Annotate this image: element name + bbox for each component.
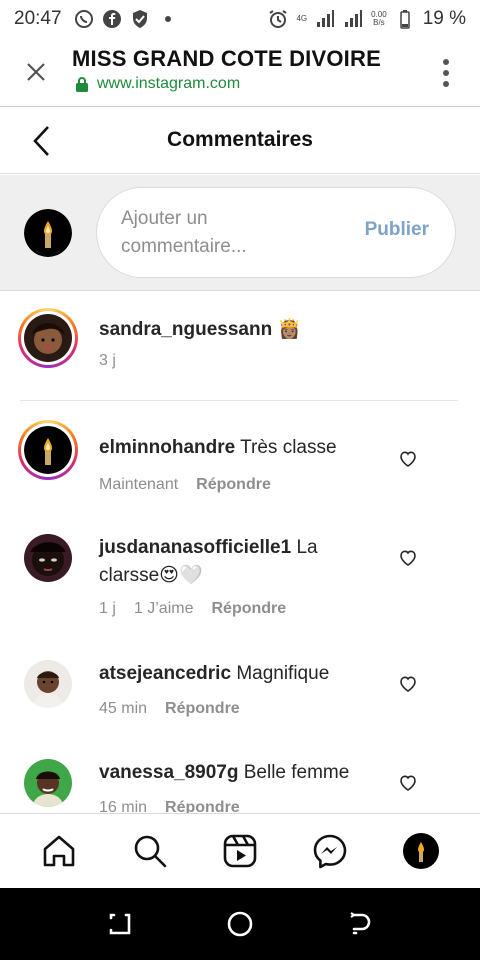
site-url: www.instagram.com: [75, 75, 240, 93]
whatsapp-icon: [74, 10, 93, 28]
comment-item: vanessa_8907g Belle femme 16 min Répondr…: [0, 759, 480, 813]
battery-icon: [399, 10, 410, 29]
publish-button[interactable]: Publier: [365, 219, 429, 241]
caption-time: 3 j: [99, 352, 116, 369]
home-circle-icon[interactable]: [226, 910, 254, 938]
network-type: 4G: [296, 14, 308, 23]
comment-input-placeholder: Ajouter un commentaire...: [121, 208, 247, 257]
lock-icon: [76, 77, 88, 92]
battery-percent: 19 %: [422, 8, 466, 29]
browser-header: MISS GRAND COTE DIVOIRE www.instagram.co…: [0, 38, 480, 107]
url-text: www.instagram.com: [97, 75, 241, 92]
like-heart-icon[interactable]: [398, 773, 418, 793]
comment-time: 16 min: [99, 799, 148, 813]
search-icon[interactable]: [131, 832, 169, 870]
comment-text: atsejeancedric Magnifique: [99, 663, 330, 684]
caption-avatar-story-ring[interactable]: [18, 308, 78, 368]
avatar: [24, 426, 72, 474]
site-title: MISS GRAND COTE DIVOIRE: [72, 46, 381, 71]
reply-button[interactable]: Répondre: [165, 799, 240, 813]
avatar[interactable]: [24, 534, 72, 582]
comment-item: atsejeancedric Magnifique 45 min Répondr…: [0, 660, 480, 730]
caption-username[interactable]: sandra_nguessann 👸🏽: [99, 317, 301, 341]
avatar: [24, 314, 72, 362]
shield-icon: [132, 10, 147, 28]
comment-time: 45 min: [99, 700, 148, 717]
comment-username[interactable]: atsejeancedric: [99, 663, 231, 684]
status-bar: 20:47 4G 0.00 B/s 19 %: [0, 0, 480, 38]
bottom-nav: [0, 813, 480, 888]
caption-emoji: 👸🏽: [277, 319, 302, 340]
facebook-icon: [102, 10, 121, 28]
comment-meta: 45 min Répondre: [99, 700, 240, 718]
comment-text: vanessa_8907g Belle femme: [99, 762, 350, 783]
comment-time: Maintenant: [99, 476, 179, 493]
comment-meta: Maintenant Répondre: [99, 476, 271, 494]
like-heart-icon[interactable]: [398, 548, 418, 568]
profile-avatar-icon[interactable]: [402, 832, 440, 870]
home-icon[interactable]: [40, 832, 78, 870]
like-heart-icon[interactable]: [398, 449, 418, 469]
comment-likes[interactable]: 1 J’aime: [134, 600, 194, 618]
dot-icon: [164, 16, 171, 22]
my-avatar: [24, 209, 72, 257]
like-heart-icon[interactable]: [398, 674, 418, 694]
comment-username[interactable]: elminnohandre: [99, 437, 235, 458]
comment-item: elminnohandre Très classe Maintenant Rép…: [0, 420, 480, 500]
reply-button[interactable]: Répondre: [165, 700, 240, 718]
comment-username[interactable]: jusdananasofficielle1: [99, 537, 291, 558]
divider: [20, 400, 458, 401]
status-time: 20:47: [14, 8, 62, 29]
reply-button[interactable]: Répondre: [211, 600, 286, 618]
messenger-icon[interactable]: [311, 832, 349, 870]
commenter-avatar-story-ring[interactable]: [18, 420, 78, 480]
comments-list[interactable]: sandra_nguessann 👸🏽 3 j elminnohandre Tr…: [0, 292, 480, 813]
avatar[interactable]: [24, 660, 72, 708]
signal-icon: [317, 10, 335, 27]
data-speed: 0.00 B/s: [371, 10, 387, 27]
avatar[interactable]: [24, 759, 72, 807]
alarm-icon: [269, 10, 287, 28]
comment-username[interactable]: vanessa_8907g: [99, 762, 238, 783]
page-title: Commentaires: [167, 128, 313, 151]
close-icon[interactable]: [22, 58, 50, 86]
post-caption: sandra_nguessann 👸🏽 3 j: [0, 292, 480, 400]
comment-text: jusdananasofficielle1 La clarsse😍🤍: [99, 537, 318, 586]
recent-apps-icon[interactable]: [106, 910, 134, 938]
android-nav-bar: [0, 888, 480, 960]
comment-text: elminnohandre Très classe: [99, 437, 337, 458]
page-header: Commentaires: [0, 108, 480, 174]
more-options-icon[interactable]: [442, 58, 450, 88]
comment-meta: 16 min Répondre: [99, 799, 240, 813]
comment-item: jusdananasofficielle1 La clarsse😍🤍 1 j 1…: [0, 534, 480, 626]
comment-input[interactable]: Ajouter un commentaire... Publier: [96, 187, 456, 278]
comment-time: 1 j: [99, 600, 116, 617]
reply-button[interactable]: Répondre: [196, 476, 271, 494]
back-nav-icon[interactable]: [346, 910, 374, 938]
signal-icon-2: [345, 10, 363, 27]
comment-composer: Ajouter un commentaire... Publier: [0, 175, 480, 291]
comment-meta: 1 j 1 J’aime Répondre: [99, 600, 286, 618]
reels-icon[interactable]: [221, 832, 259, 870]
